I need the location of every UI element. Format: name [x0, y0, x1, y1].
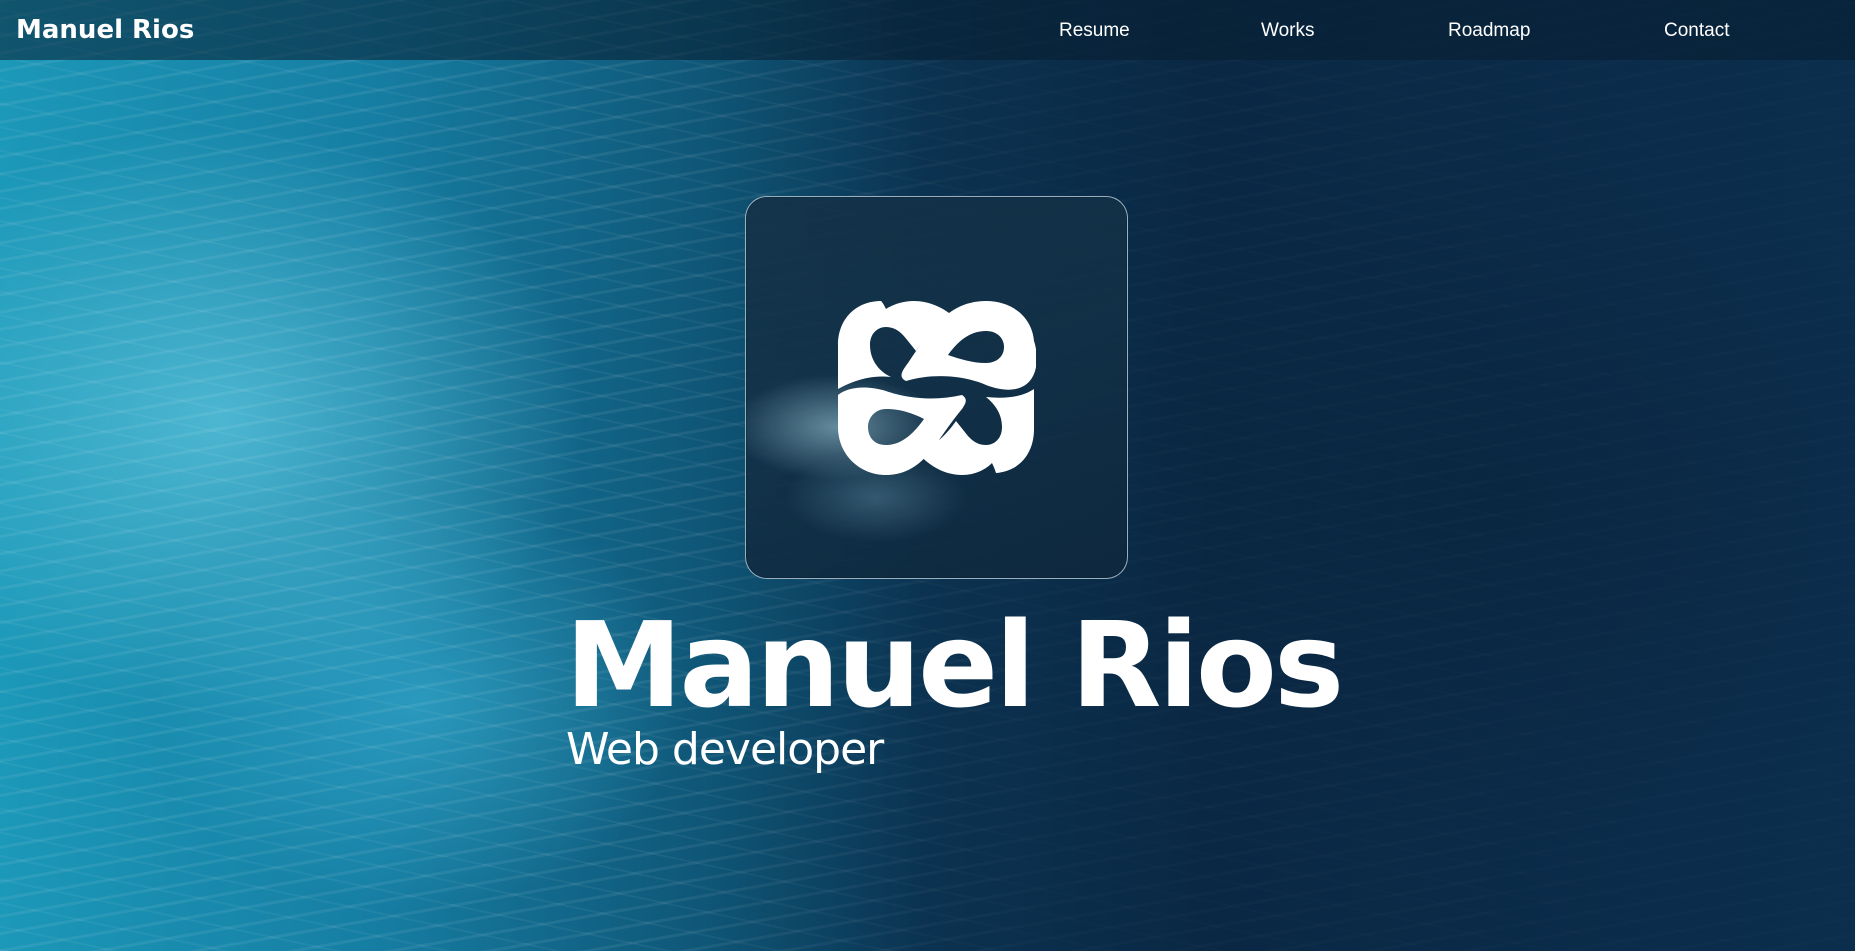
page: Manuel Rios Resume Works Roadmap Contact…: [0, 0, 1855, 951]
nav-link-roadmap[interactable]: Roadmap: [1448, 19, 1530, 43]
hero-name: Manuel Rios: [565, 596, 1344, 734]
nav-link-contact[interactable]: Contact: [1664, 19, 1729, 43]
brand-link[interactable]: Manuel Rios: [16, 14, 194, 46]
nav-link-works[interactable]: Works: [1261, 19, 1314, 43]
hero-role: Web developer: [566, 724, 884, 775]
nav-link-resume[interactable]: Resume: [1059, 19, 1130, 43]
infinity-knot-logo-icon: [838, 301, 1036, 475]
logo-card: [745, 196, 1128, 579]
top-navbar: Manuel Rios Resume Works Roadmap Contact: [0, 0, 1855, 60]
